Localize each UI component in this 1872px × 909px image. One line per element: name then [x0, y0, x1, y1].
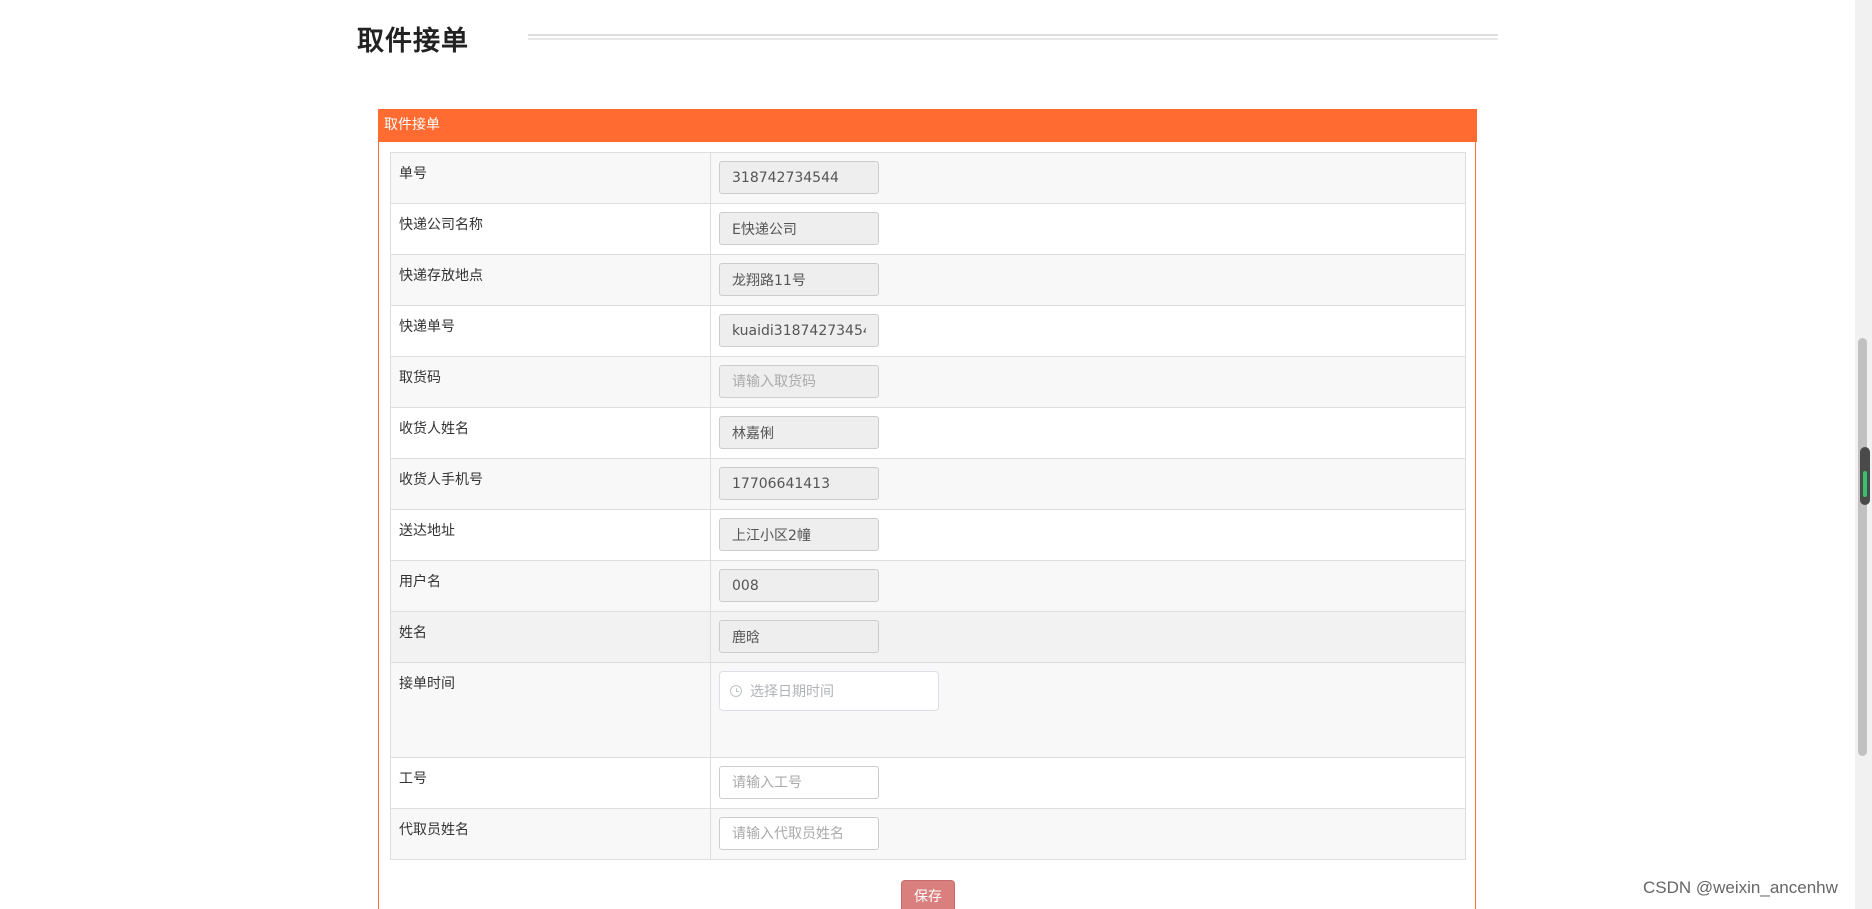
- field-label: 快递公司名称: [390, 203, 711, 255]
- recipient-name-input[interactable]: [719, 416, 879, 449]
- page: 取件接单 取件接单 单号 快递公司名称 快递存放地点: [0, 0, 1872, 909]
- field-label: 单号: [390, 152, 711, 204]
- watermark: CSDN @weixin_ancenhw: [1643, 878, 1838, 897]
- form-row-delivery-address: 送达地址: [390, 509, 1466, 561]
- form-row-tracking-number: 快递单号: [390, 305, 1466, 357]
- field-label: 工号: [390, 757, 711, 809]
- save-button[interactable]: 保存: [901, 880, 955, 909]
- employee-id-input[interactable]: [719, 766, 879, 799]
- username-input[interactable]: [719, 569, 879, 602]
- field-label: 收货人姓名: [390, 407, 711, 459]
- field-label: 快递存放地点: [390, 254, 711, 306]
- title-divider: [528, 34, 1498, 40]
- form-row-recipient-phone: 收货人手机号: [390, 458, 1466, 510]
- pickup-code-input[interactable]: [719, 365, 879, 398]
- form-row-order-number: 单号: [390, 152, 1466, 204]
- field-label: 用户名: [390, 560, 711, 612]
- field-label: 姓名: [390, 611, 711, 663]
- form-row-username: 用户名: [390, 560, 1466, 612]
- field-label: 取货码: [390, 356, 711, 408]
- recipient-phone-input[interactable]: [719, 467, 879, 500]
- form-row-accept-time: 接单时间 选择日期时间: [390, 662, 1466, 758]
- accept-time-picker[interactable]: 选择日期时间: [719, 671, 939, 711]
- field-label: 接单时间: [390, 662, 711, 758]
- field-label: 收货人手机号: [390, 458, 711, 510]
- field-label: 送达地址: [390, 509, 711, 561]
- name-input[interactable]: [719, 620, 879, 653]
- scroll-grip-icon[interactable]: [1860, 447, 1870, 505]
- scrollbar-thumb[interactable]: [1858, 338, 1867, 756]
- form-row-courier-company: 快递公司名称: [390, 203, 1466, 255]
- form-table: 单号 快递公司名称 快递存放地点 快递单号: [390, 152, 1466, 860]
- field-label: 代取员姓名: [390, 808, 711, 860]
- form-row-name: 姓名: [390, 611, 1466, 663]
- panel-header: 取件接单: [378, 109, 1477, 142]
- form-row-pickup-code: 取货码: [390, 356, 1466, 408]
- scrollbar-track[interactable]: [1855, 0, 1872, 909]
- courier-company-input[interactable]: [719, 212, 879, 245]
- courier-name-input[interactable]: [719, 817, 879, 850]
- form-row-employee-id: 工号: [390, 757, 1466, 809]
- page-title: 取件接单: [357, 26, 469, 57]
- scroll-grip-indicator: [1863, 471, 1867, 497]
- field-label: 快递单号: [390, 305, 711, 357]
- clock-icon: [730, 685, 742, 697]
- form-row-courier-name: 代取员姓名: [390, 808, 1466, 860]
- tracking-number-input[interactable]: [719, 314, 879, 347]
- delivery-address-input[interactable]: [719, 518, 879, 551]
- date-picker-placeholder: 选择日期时间: [750, 684, 834, 700]
- form-row-storage-location: 快递存放地点: [390, 254, 1466, 306]
- storage-location-input[interactable]: [719, 263, 879, 296]
- order-number-input[interactable]: [719, 161, 879, 194]
- form-row-recipient-name: 收货人姓名: [390, 407, 1466, 459]
